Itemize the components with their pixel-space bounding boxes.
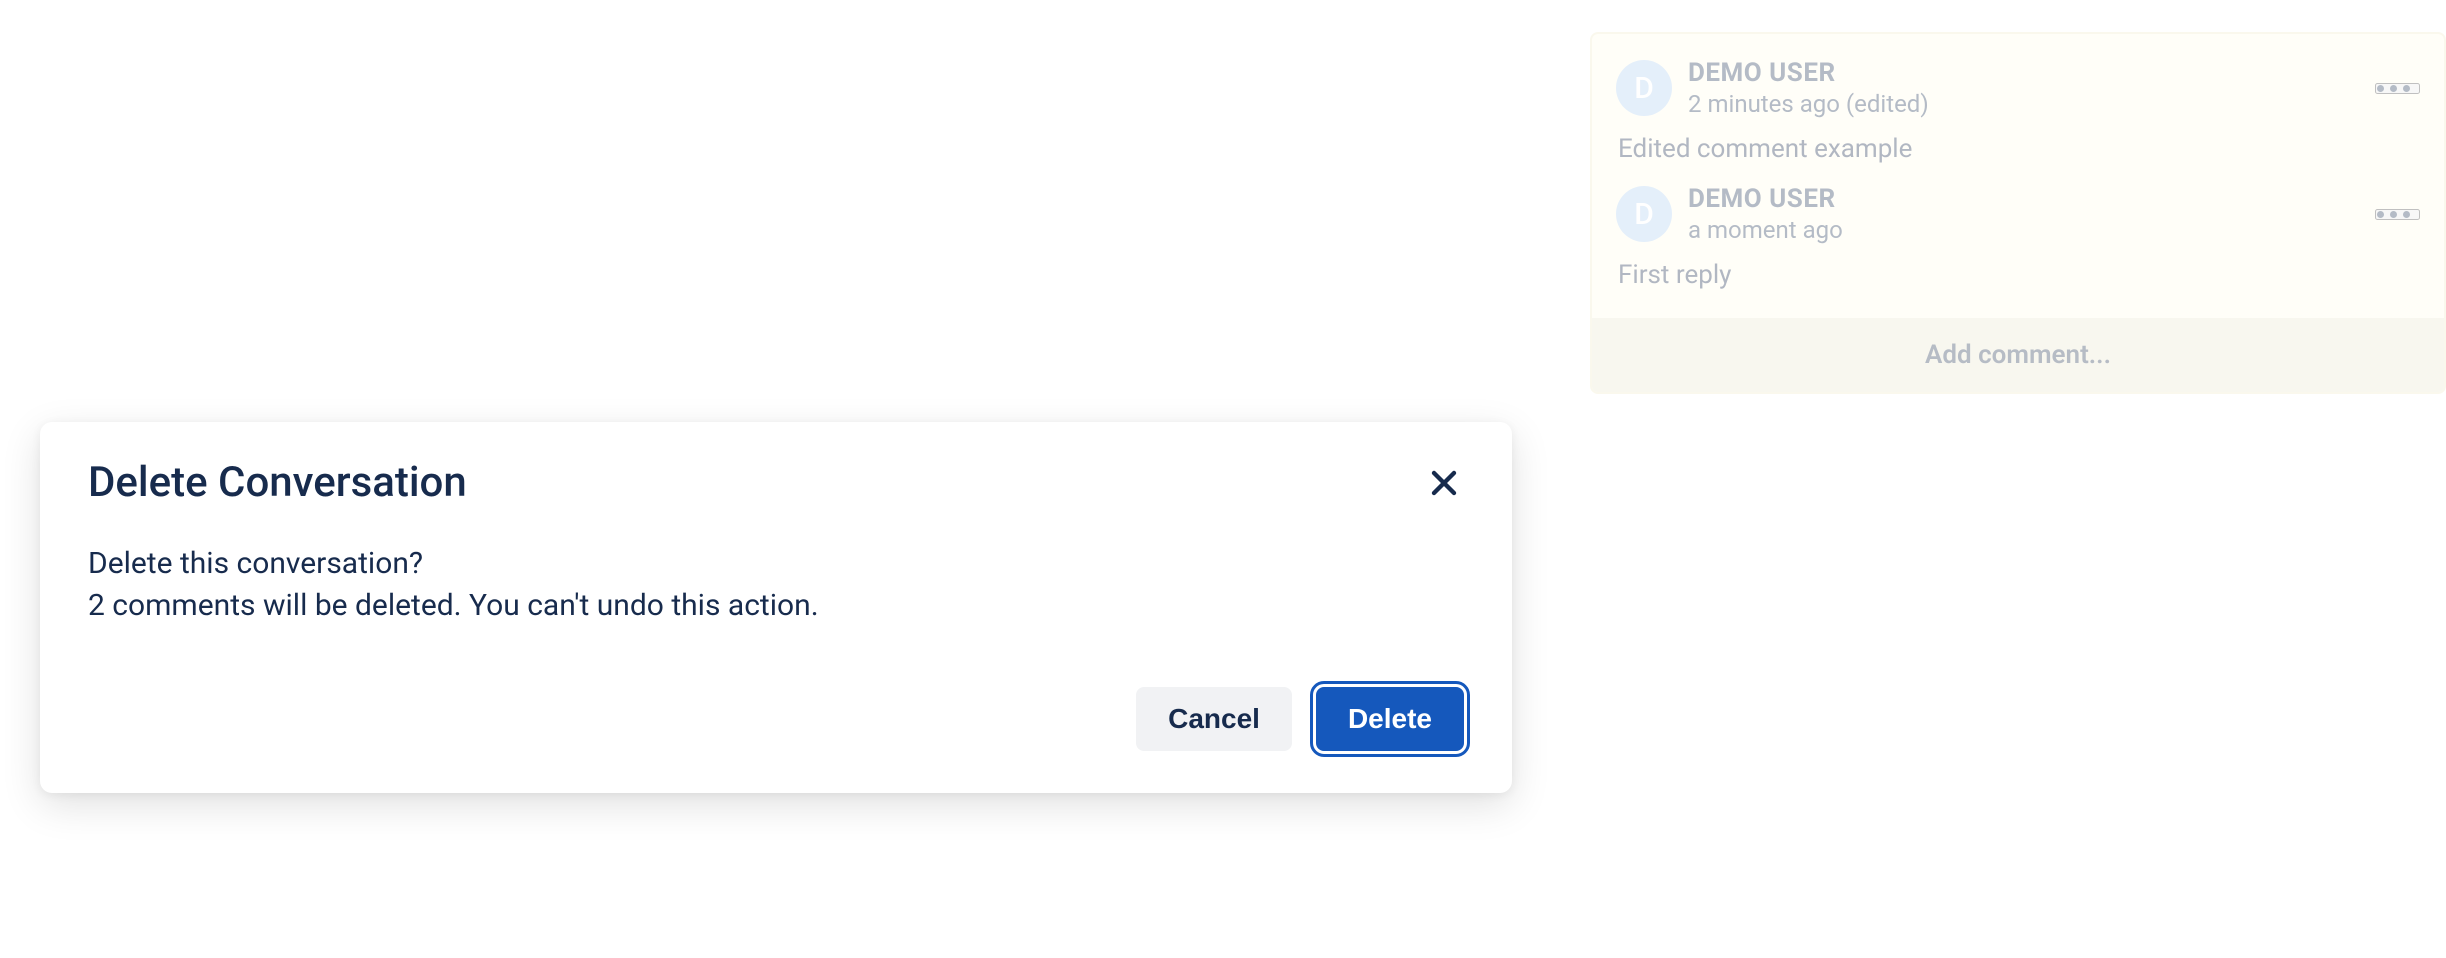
ellipsis-icon [2377, 211, 2384, 218]
comment-meta: DEMO USER a moment ago [1688, 184, 2359, 244]
ellipsis-icon [2377, 85, 2384, 92]
comment-overflow-menu[interactable] [2375, 209, 2420, 220]
comment-timestamp: 2 minutes ago (edited) [1688, 90, 2359, 118]
comment-body: First reply [1616, 260, 2420, 290]
ellipsis-icon [2403, 85, 2410, 92]
dialog-header: Delete Conversation [88, 458, 1464, 507]
cancel-button[interactable]: Cancel [1136, 687, 1292, 751]
comment-thread-panel: D DEMO USER 2 minutes ago (edited) Edite… [1590, 32, 2446, 394]
ellipsis-icon [2390, 211, 2397, 218]
close-button[interactable] [1424, 463, 1464, 503]
comment-body: Edited comment example [1616, 134, 2420, 164]
avatar: D [1616, 60, 1672, 116]
comment-header: D DEMO USER 2 minutes ago (edited) [1616, 58, 2420, 118]
avatar: D [1616, 186, 1672, 242]
dialog-body: Delete this conversation? 2 comments wil… [88, 543, 1464, 627]
dialog-title: Delete Conversation [88, 458, 467, 507]
dialog-body-line: Delete this conversation? [88, 543, 1464, 585]
dialog-body-line: 2 comments will be deleted. You can't un… [88, 585, 1464, 627]
dialog-footer: Cancel Delete [88, 687, 1464, 751]
comment-author: DEMO USER [1688, 184, 2359, 214]
comment-item: D DEMO USER 2 minutes ago (edited) Edite… [1592, 58, 2444, 184]
ellipsis-icon [2403, 211, 2410, 218]
comment-item: D DEMO USER a moment ago First reply [1592, 184, 2444, 310]
comment-author: DEMO USER [1688, 58, 2359, 88]
close-icon [1429, 468, 1459, 498]
ellipsis-icon [2390, 85, 2397, 92]
comment-meta: DEMO USER 2 minutes ago (edited) [1688, 58, 2359, 118]
comment-header: D DEMO USER a moment ago [1616, 184, 2420, 244]
comment-overflow-menu[interactable] [2375, 83, 2420, 94]
add-comment-button[interactable]: Add comment... [1592, 318, 2444, 392]
delete-conversation-dialog: Delete Conversation Delete this conversa… [40, 422, 1512, 793]
comment-timestamp: a moment ago [1688, 216, 2359, 244]
delete-button[interactable]: Delete [1316, 687, 1464, 751]
